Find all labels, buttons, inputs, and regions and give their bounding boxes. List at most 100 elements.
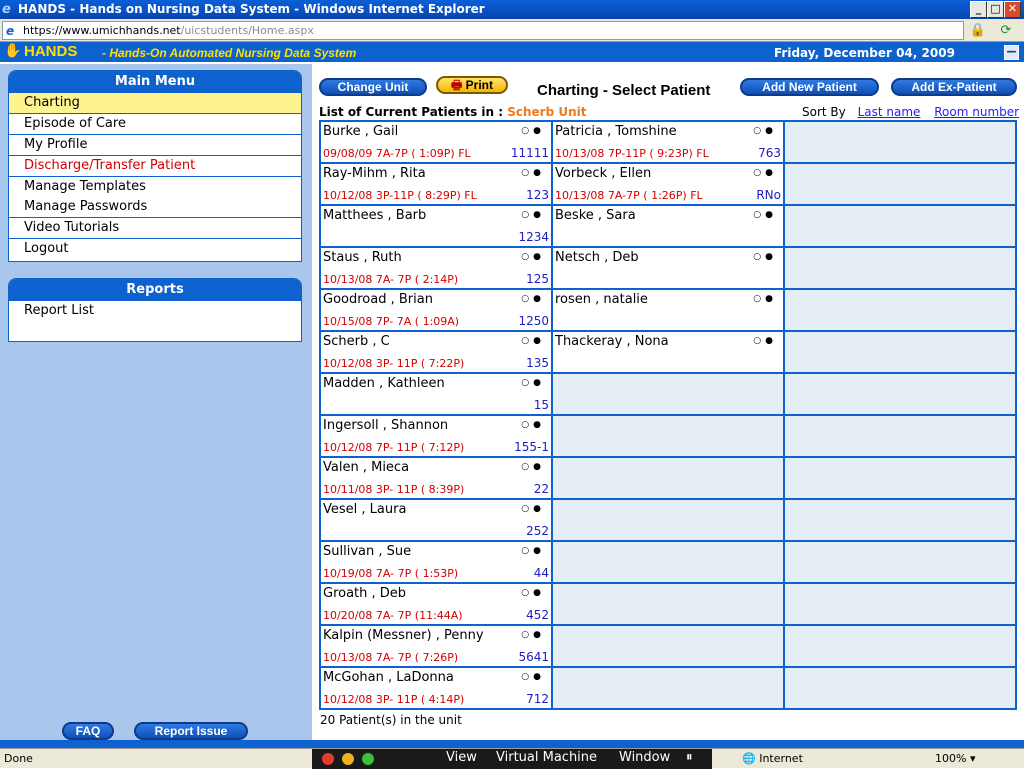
patient-cell[interactable]: Scherb , C ○● 10/12/08 3P- 11P ( 7:22P) 135 [321, 332, 553, 374]
patient-name[interactable]: Patricia , Tomshine [555, 124, 677, 139]
table-row: Ingersoll , Shannon ○● 10/12/08 7P- 11P ( … [321, 416, 1017, 458]
report-issue-button[interactable]: Report Issue [134, 722, 248, 740]
reports-title: Reports [9, 279, 301, 301]
patient-name[interactable]: rosen , natalie [555, 292, 648, 307]
patient-name[interactable]: Goodroad , Brian [323, 292, 433, 307]
maximize-button[interactable]: □ [987, 1, 1004, 18]
patient-name[interactable]: Valen , Mieca [323, 460, 409, 475]
menu-item-charting[interactable]: Charting [9, 93, 301, 114]
print-button[interactable]: 🖶 Print [436, 76, 508, 94]
patient-cell[interactable]: Madden , Kathleen ○● 15 [321, 374, 553, 416]
patient-name[interactable]: Kalpin (Messner) , Penny [323, 628, 484, 643]
patient-name[interactable]: Vesel , Laura [323, 502, 406, 517]
sort-room-number-link[interactable]: Room number [934, 105, 1019, 119]
empty-cell [785, 626, 1017, 668]
patient-name[interactable]: McGohan , LaDonna [323, 670, 454, 685]
patient-name[interactable]: Vorbeck , Ellen [555, 166, 651, 181]
patient-cell[interactable]: Thackeray , Nona ○● [553, 332, 785, 374]
patient-name[interactable]: Ingersoll , Shannon [323, 418, 448, 433]
faq-button[interactable]: FAQ [62, 722, 114, 740]
patient-cell[interactable]: Burke , Gail ○● 09/08/09 7A-7P ( 1:09P) FL… [321, 122, 553, 164]
patient-cell[interactable]: Valen , Mieca ○● 10/11/08 3P- 11P ( 8:39P)… [321, 458, 553, 500]
vm-close-icon[interactable] [322, 753, 334, 765]
vm-pause-icon[interactable]: ⏸ [686, 750, 693, 765]
patient-cell[interactable]: Matthees , Barb ○● 1234 [321, 206, 553, 248]
patient-room: 1250 [518, 314, 549, 328]
patient-shift: 10/13/08 7A- 7P ( 2:14P) [323, 273, 459, 286]
menu-item-discharge-transfer[interactable]: Discharge/Transfer Patient [9, 156, 301, 177]
empty-cell [553, 500, 785, 542]
vm-menu-window[interactable]: Window [619, 750, 670, 765]
table-row: McGohan , LaDonna ○● 10/12/08 3P- 11P ( 4:… [321, 668, 1017, 710]
status-dots-icon: ○● [521, 210, 545, 220]
patient-cell[interactable]: Ray-Mihm , Rita ○● 10/12/08 3P-11P ( 8:29P… [321, 164, 553, 206]
patient-room: RNo [756, 188, 781, 202]
patient-name[interactable]: Matthees , Barb [323, 208, 426, 223]
vm-zoom-icon[interactable] [362, 753, 374, 765]
patient-cell[interactable]: Ingersoll , Shannon ○● 10/12/08 7P- 11P ( … [321, 416, 553, 458]
menu-item-logout[interactable]: Logout [9, 239, 301, 260]
close-button[interactable]: ✕ [1004, 1, 1021, 18]
patient-cell[interactable]: Kalpin (Messner) , Penny ○● 10/13/08 7A- 7… [321, 626, 553, 668]
patient-cell[interactable]: Groath , Deb ○● 10/20/08 7A- 7P (11:44A) 45… [321, 584, 553, 626]
app-header: ✋ HANDS - Hands-On Automated Nursing Dat… [0, 42, 1024, 64]
menu-item-video-tutorials[interactable]: Video Tutorials [9, 218, 301, 239]
patient-room: 15 [533, 398, 549, 412]
vm-minimize-icon[interactable] [342, 753, 354, 765]
patient-cell[interactable]: Patricia , Tomshine ○● 10/13/08 7P-11P ( 9… [553, 122, 785, 164]
lock-icon[interactable]: 🔒 [968, 21, 988, 40]
collapse-icon[interactable]: − [1004, 45, 1019, 60]
patient-name[interactable]: Beske , Sara [555, 208, 636, 223]
patient-cell[interactable]: Vesel , Laura ○● 252 [321, 500, 553, 542]
patient-cell[interactable]: Goodroad , Brian ○● 10/15/08 7P- 7A ( 1:09… [321, 290, 553, 332]
menu-item-my-profile[interactable]: My Profile [9, 135, 301, 156]
patient-cell[interactable]: Sullivan , Sue ○● 10/19/08 7A- 7P ( 1:53P)… [321, 542, 553, 584]
add-new-patient-button[interactable]: Add New Patient [740, 78, 879, 96]
empty-cell [553, 458, 785, 500]
patient-cell[interactable]: McGohan , LaDonna ○● 10/12/08 3P- 11P ( 4:… [321, 668, 553, 710]
patient-name[interactable]: Netsch , Deb [555, 250, 639, 265]
patient-name[interactable]: Scherb , C [323, 334, 390, 349]
ie-logo-icon: e [2, 2, 11, 17]
sort-controls: Sort By Last name Room number [802, 105, 1019, 119]
table-row: Groath , Deb ○● 10/20/08 7A- 7P (11:44A) 45… [321, 584, 1017, 626]
patient-name[interactable]: Burke , Gail [323, 124, 398, 139]
empty-cell [785, 164, 1017, 206]
minimize-button[interactable]: _ [970, 1, 987, 18]
add-ex-patient-button[interactable]: Add Ex-Patient [891, 78, 1017, 96]
footer-bar [0, 740, 1024, 748]
patient-cell[interactable]: Netsch , Deb ○● [553, 248, 785, 290]
refresh-icon[interactable]: ⟳ [996, 21, 1016, 40]
patient-name[interactable]: Groath , Deb [323, 586, 406, 601]
vm-menu-virtual-machine[interactable]: Virtual Machine [496, 750, 597, 765]
patient-name[interactable]: Sullivan , Sue [323, 544, 411, 559]
patient-name[interactable]: Thackeray , Nona [555, 334, 669, 349]
patient-count: 20 Patient(s) in the unit [320, 713, 462, 727]
url-field[interactable]: e https://www.umichhands.net/uicstudents… [2, 21, 964, 40]
menu-item-report-list[interactable]: Report List [9, 301, 301, 322]
patient-name[interactable]: Madden , Kathleen [323, 376, 445, 391]
patient-room: 763 [758, 146, 781, 160]
patient-cell[interactable]: Vorbeck , Ellen ○● 10/13/08 7A-7P ( 1:26P)… [553, 164, 785, 206]
menu-item-manage-templates[interactable]: Manage Templates [9, 177, 301, 197]
menu-item-manage-passwords[interactable]: Manage Passwords [9, 197, 301, 218]
empty-cell [553, 374, 785, 416]
table-row: Matthees , Barb ○● 1234 Beske , Sara ○● [321, 206, 1017, 248]
patient-name[interactable]: Ray-Mihm , Rita [323, 166, 426, 181]
change-unit-button[interactable]: Change Unit [319, 78, 427, 96]
status-dots-icon: ○● [753, 210, 777, 220]
patient-name[interactable]: Staus , Ruth [323, 250, 402, 265]
status-bar: Done View Virtual Machine Window ⏸ 🌐 Int… [0, 748, 1024, 769]
menu-item-episode-of-care[interactable]: Episode of Care [9, 114, 301, 135]
status-dots-icon: ○● [521, 126, 545, 136]
zoom-control[interactable]: 100% ▾ [935, 752, 975, 765]
patient-room: 5641 [518, 650, 549, 664]
patient-cell[interactable]: rosen , natalie ○● [553, 290, 785, 332]
vm-menu-view[interactable]: View [446, 750, 477, 765]
patient-cell[interactable]: Beske , Sara ○● [553, 206, 785, 248]
main-content: Change Unit 🖶 Print Charting - Select Pa… [310, 64, 1024, 740]
sort-last-name-link[interactable]: Last name [858, 105, 921, 119]
patient-cell[interactable]: Staus , Ruth ○● 10/13/08 7A- 7P ( 2:14P) 12… [321, 248, 553, 290]
empty-cell [785, 458, 1017, 500]
patient-shift: 10/19/08 7A- 7P ( 1:53P) [323, 567, 459, 580]
